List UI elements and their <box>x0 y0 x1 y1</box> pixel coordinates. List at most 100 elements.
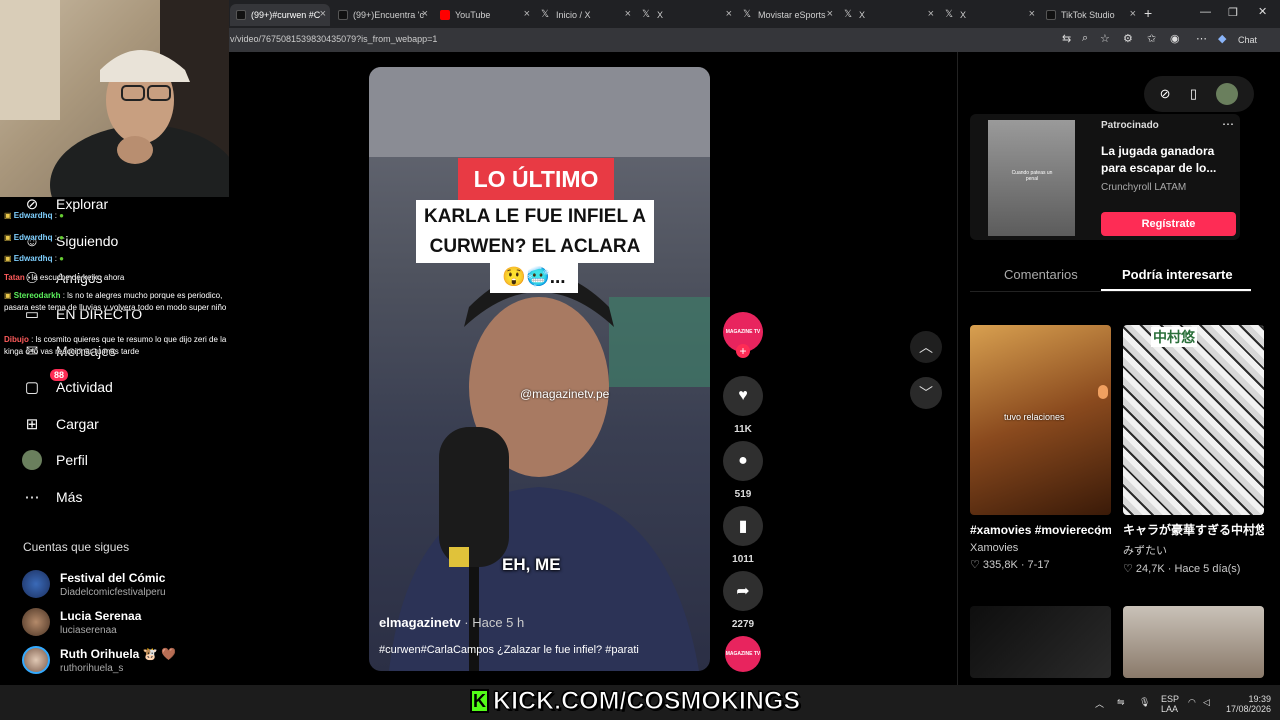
emote-icon: ● <box>59 211 64 220</box>
nav-activity[interactable]: ▢ Actividad 88 <box>22 369 113 397</box>
browser-tab[interactable]: 𝕏 X × <box>636 4 736 26</box>
new-tab-button[interactable]: + <box>1144 5 1152 21</box>
close-icon[interactable]: × <box>524 8 530 20</box>
copilot-icon[interactable]: ◆ <box>1218 32 1226 45</box>
close-icon[interactable]: × <box>928 8 934 20</box>
time: 19:39 <box>1248 694 1272 704</box>
previous-video-button[interactable]: ︿ <box>910 331 942 363</box>
account-item[interactable]: Ruth Orihuela 🐮 🤎 ruthorihuela_s <box>22 646 176 674</box>
browser-tab[interactable]: 𝕏 Inicio / X × <box>535 4 635 26</box>
language-indicator[interactable]: ESP LAA <box>1161 694 1179 714</box>
wifi-icon[interactable]: ◠ <box>1188 697 1196 708</box>
close-icon[interactable]: × <box>320 8 326 20</box>
x-icon: 𝕏 <box>743 9 752 20</box>
tiktok-icon <box>236 10 246 20</box>
related-video-card[interactable]: tuvo relaciones #xamovies #movierecommen… <box>970 325 1111 571</box>
chat-message: ▣ Edwardhq : ● <box>4 254 64 263</box>
register-button[interactable]: Regístrate <box>1101 212 1236 236</box>
tab-label: YouTube <box>455 10 491 20</box>
card-title[interactable]: キャラが豪華すぎる中村悠一さん✨#一発... <box>1123 521 1264 540</box>
close-icon[interactable]: × <box>827 8 833 20</box>
minimize-icon[interactable]: — <box>1200 6 1211 18</box>
video-author[interactable]: elmagazinetv · Hace 5 h <box>379 615 524 630</box>
heart-icon: ♥ <box>723 376 763 416</box>
video-thumbnail[interactable]: tuvo relaciones <box>970 325 1111 515</box>
browser-tab[interactable]: 𝕏 Movistar eSports × <box>737 4 837 26</box>
account-handle: luciaserenaa <box>60 624 117 636</box>
browser-tab[interactable]: TikTok Studio × <box>1040 4 1140 26</box>
url-field[interactable]: v/video/7675081539830435079?is_from_weba… <box>230 34 437 44</box>
more-options-icon[interactable]: ⋮ <box>1093 523 1105 537</box>
related-video-thumbnail[interactable] <box>970 606 1111 678</box>
nav-profile[interactable]: Perfil <box>22 450 88 470</box>
browser-tab[interactable]: (99+)Encuentra 'c × <box>332 4 432 26</box>
like-button[interactable]: ♥ 11K <box>723 376 763 435</box>
nav-upload[interactable]: ⊞ Cargar <box>22 414 99 434</box>
avatar <box>22 570 50 598</box>
card-author[interactable]: Xamovies <box>970 542 1111 554</box>
window-close-icon[interactable]: ✕ <box>1258 5 1267 18</box>
chat-user: Dibujo <box>4 335 29 344</box>
compass-icon[interactable]: ⊘ <box>1160 86 1171 102</box>
account-item[interactable]: Lucia Serenaa luciaserenaa <box>22 608 141 636</box>
more-options-icon[interactable]: ⋯ <box>1222 117 1234 131</box>
tab-comments[interactable]: Comentarios <box>1004 267 1078 282</box>
browser-tab[interactable]: (99+)#curwen #C × <box>230 4 330 26</box>
mic-icon[interactable]: 🎙 <box>1139 697 1150 708</box>
video-headline-line-2: CURWEN? EL ACLARA <box>416 231 654 263</box>
card-title[interactable]: #xamovies #movierecommend... <box>970 521 1111 540</box>
thumbnail-overlay-text: 中村悠 <box>1151 327 1197 347</box>
follow-plus-icon[interactable]: + <box>736 344 750 358</box>
bookmark-button[interactable]: ▮ 1011 <box>723 506 763 565</box>
volume-icon[interactable]: ◁ <box>1203 697 1210 708</box>
upload-icon: ⊞ <box>25 416 39 433</box>
chevron-down-icon: ﹀ <box>919 385 933 401</box>
clock[interactable]: 19:39 17/08/2026 <box>1226 694 1271 714</box>
menu-dots-icon[interactable]: ⋯ <box>1196 32 1207 45</box>
music-disc[interactable]: MAGAZINE TV <box>725 636 761 672</box>
tab-related[interactable]: Podría interesarte <box>1122 267 1233 282</box>
related-video-card[interactable]: 中村悠 キャラが豪華すぎる中村悠一さん✨#一発... みずたい ♡ 24,7K … <box>1123 325 1264 575</box>
share-button[interactable]: ➦ 2279 <box>723 571 763 630</box>
streamer-figure <box>0 0 229 197</box>
related-video-thumbnail[interactable] <box>1123 606 1264 678</box>
ad-title[interactable]: La jugada ganadora para escapar de lo... <box>1101 143 1231 177</box>
activity-icon: ▢ <box>24 379 40 396</box>
author-name[interactable]: elmagazinetv <box>379 615 461 630</box>
browser-tab[interactable]: 𝕏 X × <box>939 4 1039 26</box>
ad-thumbnail[interactable]: Cuando pateas un penal <box>988 120 1075 236</box>
close-icon[interactable]: × <box>625 8 631 20</box>
device-icon[interactable]: ▯ <box>1190 86 1197 102</box>
zoom-icon[interactable]: ⌕ <box>1082 32 1088 45</box>
emote-icon: ● <box>59 254 64 263</box>
bookmark-icon: ▮ <box>723 506 763 546</box>
video-thumbnail[interactable]: 中村悠 <box>1123 325 1264 515</box>
card-author[interactable]: みずたい <box>1123 542 1264 558</box>
extension-icon[interactable]: ⚙ <box>1123 32 1133 45</box>
favorites-icon[interactable]: ✩ <box>1147 32 1156 45</box>
chat-message: Dibujo : ls cosmito quieres que te resum… <box>4 334 230 358</box>
close-icon[interactable]: × <box>422 8 428 20</box>
close-icon[interactable]: × <box>726 8 732 20</box>
profile-avatar[interactable] <box>1216 83 1239 105</box>
close-icon[interactable]: × <box>1029 8 1035 20</box>
chat-message: ▣ Edwardhq : ● <box>4 233 64 242</box>
nav-more[interactable]: ⋯ Más <box>22 487 83 507</box>
chat-text: : <box>54 254 57 263</box>
maximize-icon[interactable]: ❐ <box>1228 6 1238 19</box>
next-video-button[interactable]: ﹀ <box>910 377 942 409</box>
tray-chevron-icon[interactable]: ︿ <box>1095 697 1104 710</box>
browser-tab[interactable]: 𝕏 X × <box>838 4 938 26</box>
account-item[interactable]: Festival del Cómic Diadelcomicfestivalper… <box>22 570 166 598</box>
card-stats: ♡ 24,7K · Hace 5 día(s) <box>1123 563 1241 575</box>
close-icon[interactable]: × <box>1130 8 1136 20</box>
bookmark-star-icon[interactable]: ☆ <box>1100 32 1110 45</box>
network-icon[interactable]: ⇋ <box>1117 697 1125 708</box>
profile-icon[interactable]: ◉ <box>1170 32 1180 45</box>
comment-button[interactable]: ● 519 <box>723 441 763 500</box>
browser-tab[interactable]: YouTube × <box>434 4 534 26</box>
active-tab-indicator <box>1101 289 1251 291</box>
translate-icon[interactable]: ⇆ <box>1062 32 1071 45</box>
chat-text: : ls cosmito quieres que te resumo lo qu… <box>4 335 227 356</box>
chat-button[interactable]: Chat <box>1238 35 1257 45</box>
